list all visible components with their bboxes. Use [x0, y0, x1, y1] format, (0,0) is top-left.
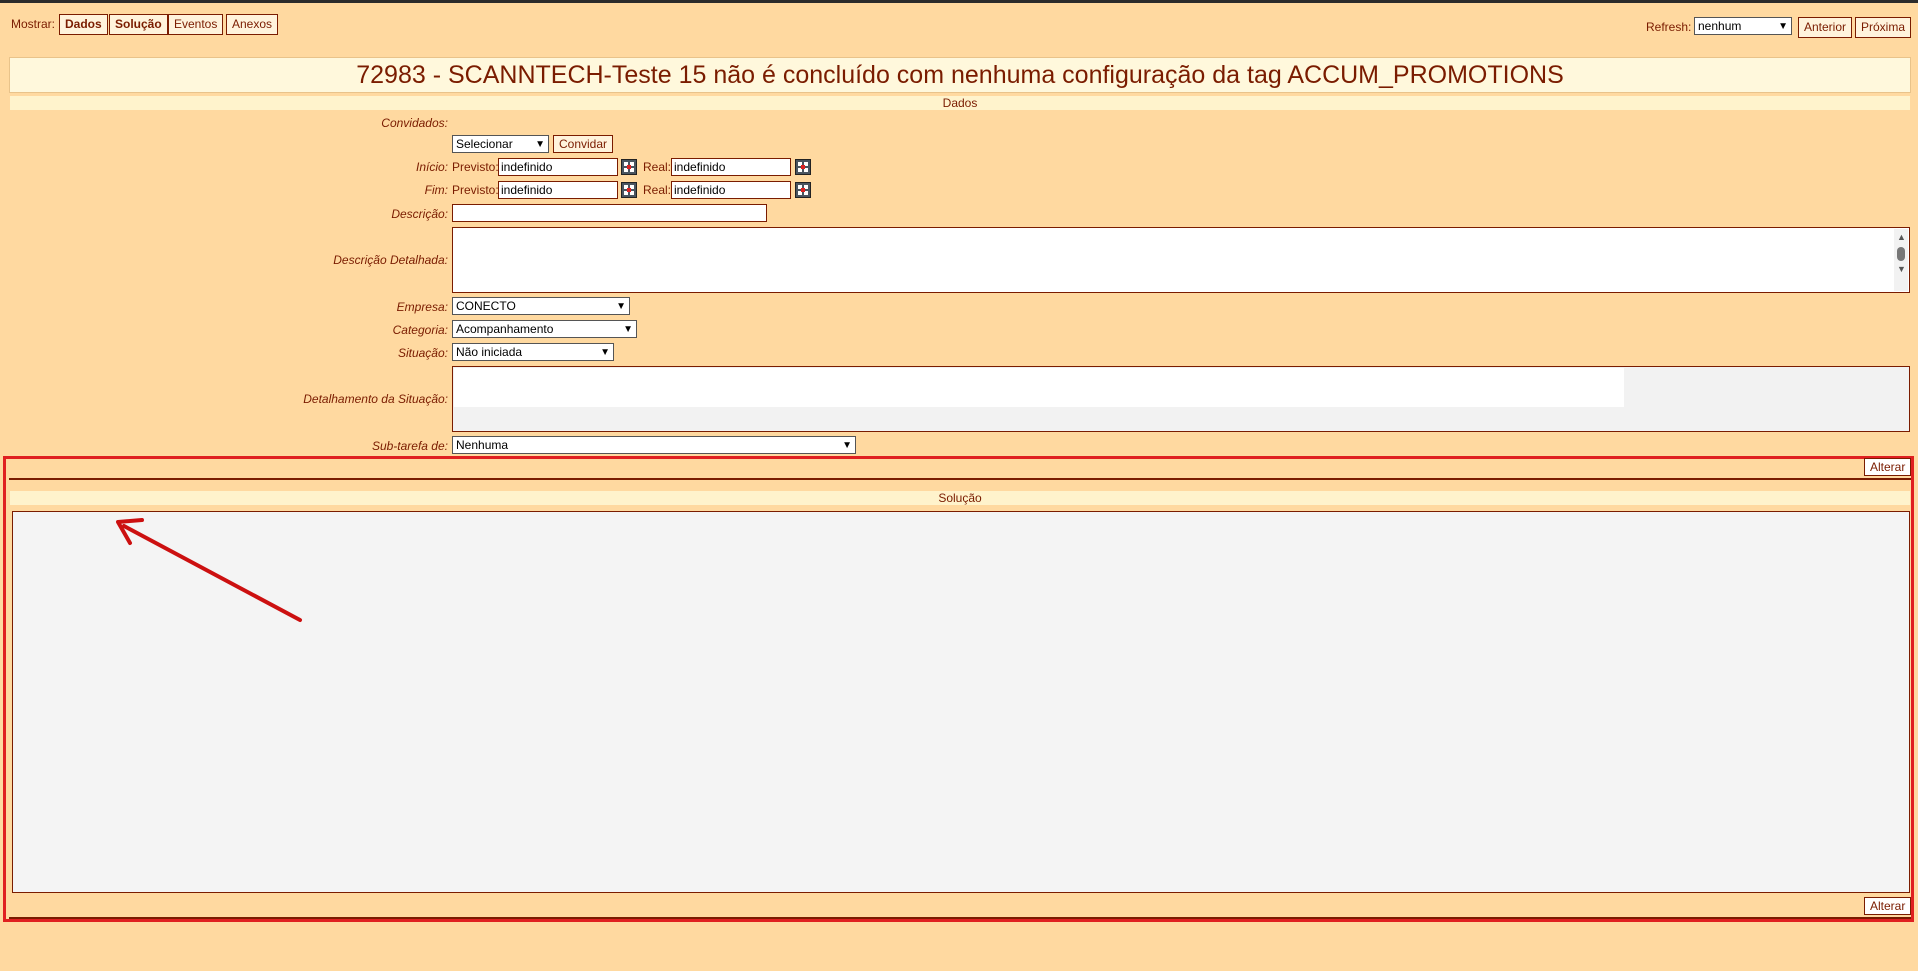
annotation-arrow — [116, 518, 302, 622]
